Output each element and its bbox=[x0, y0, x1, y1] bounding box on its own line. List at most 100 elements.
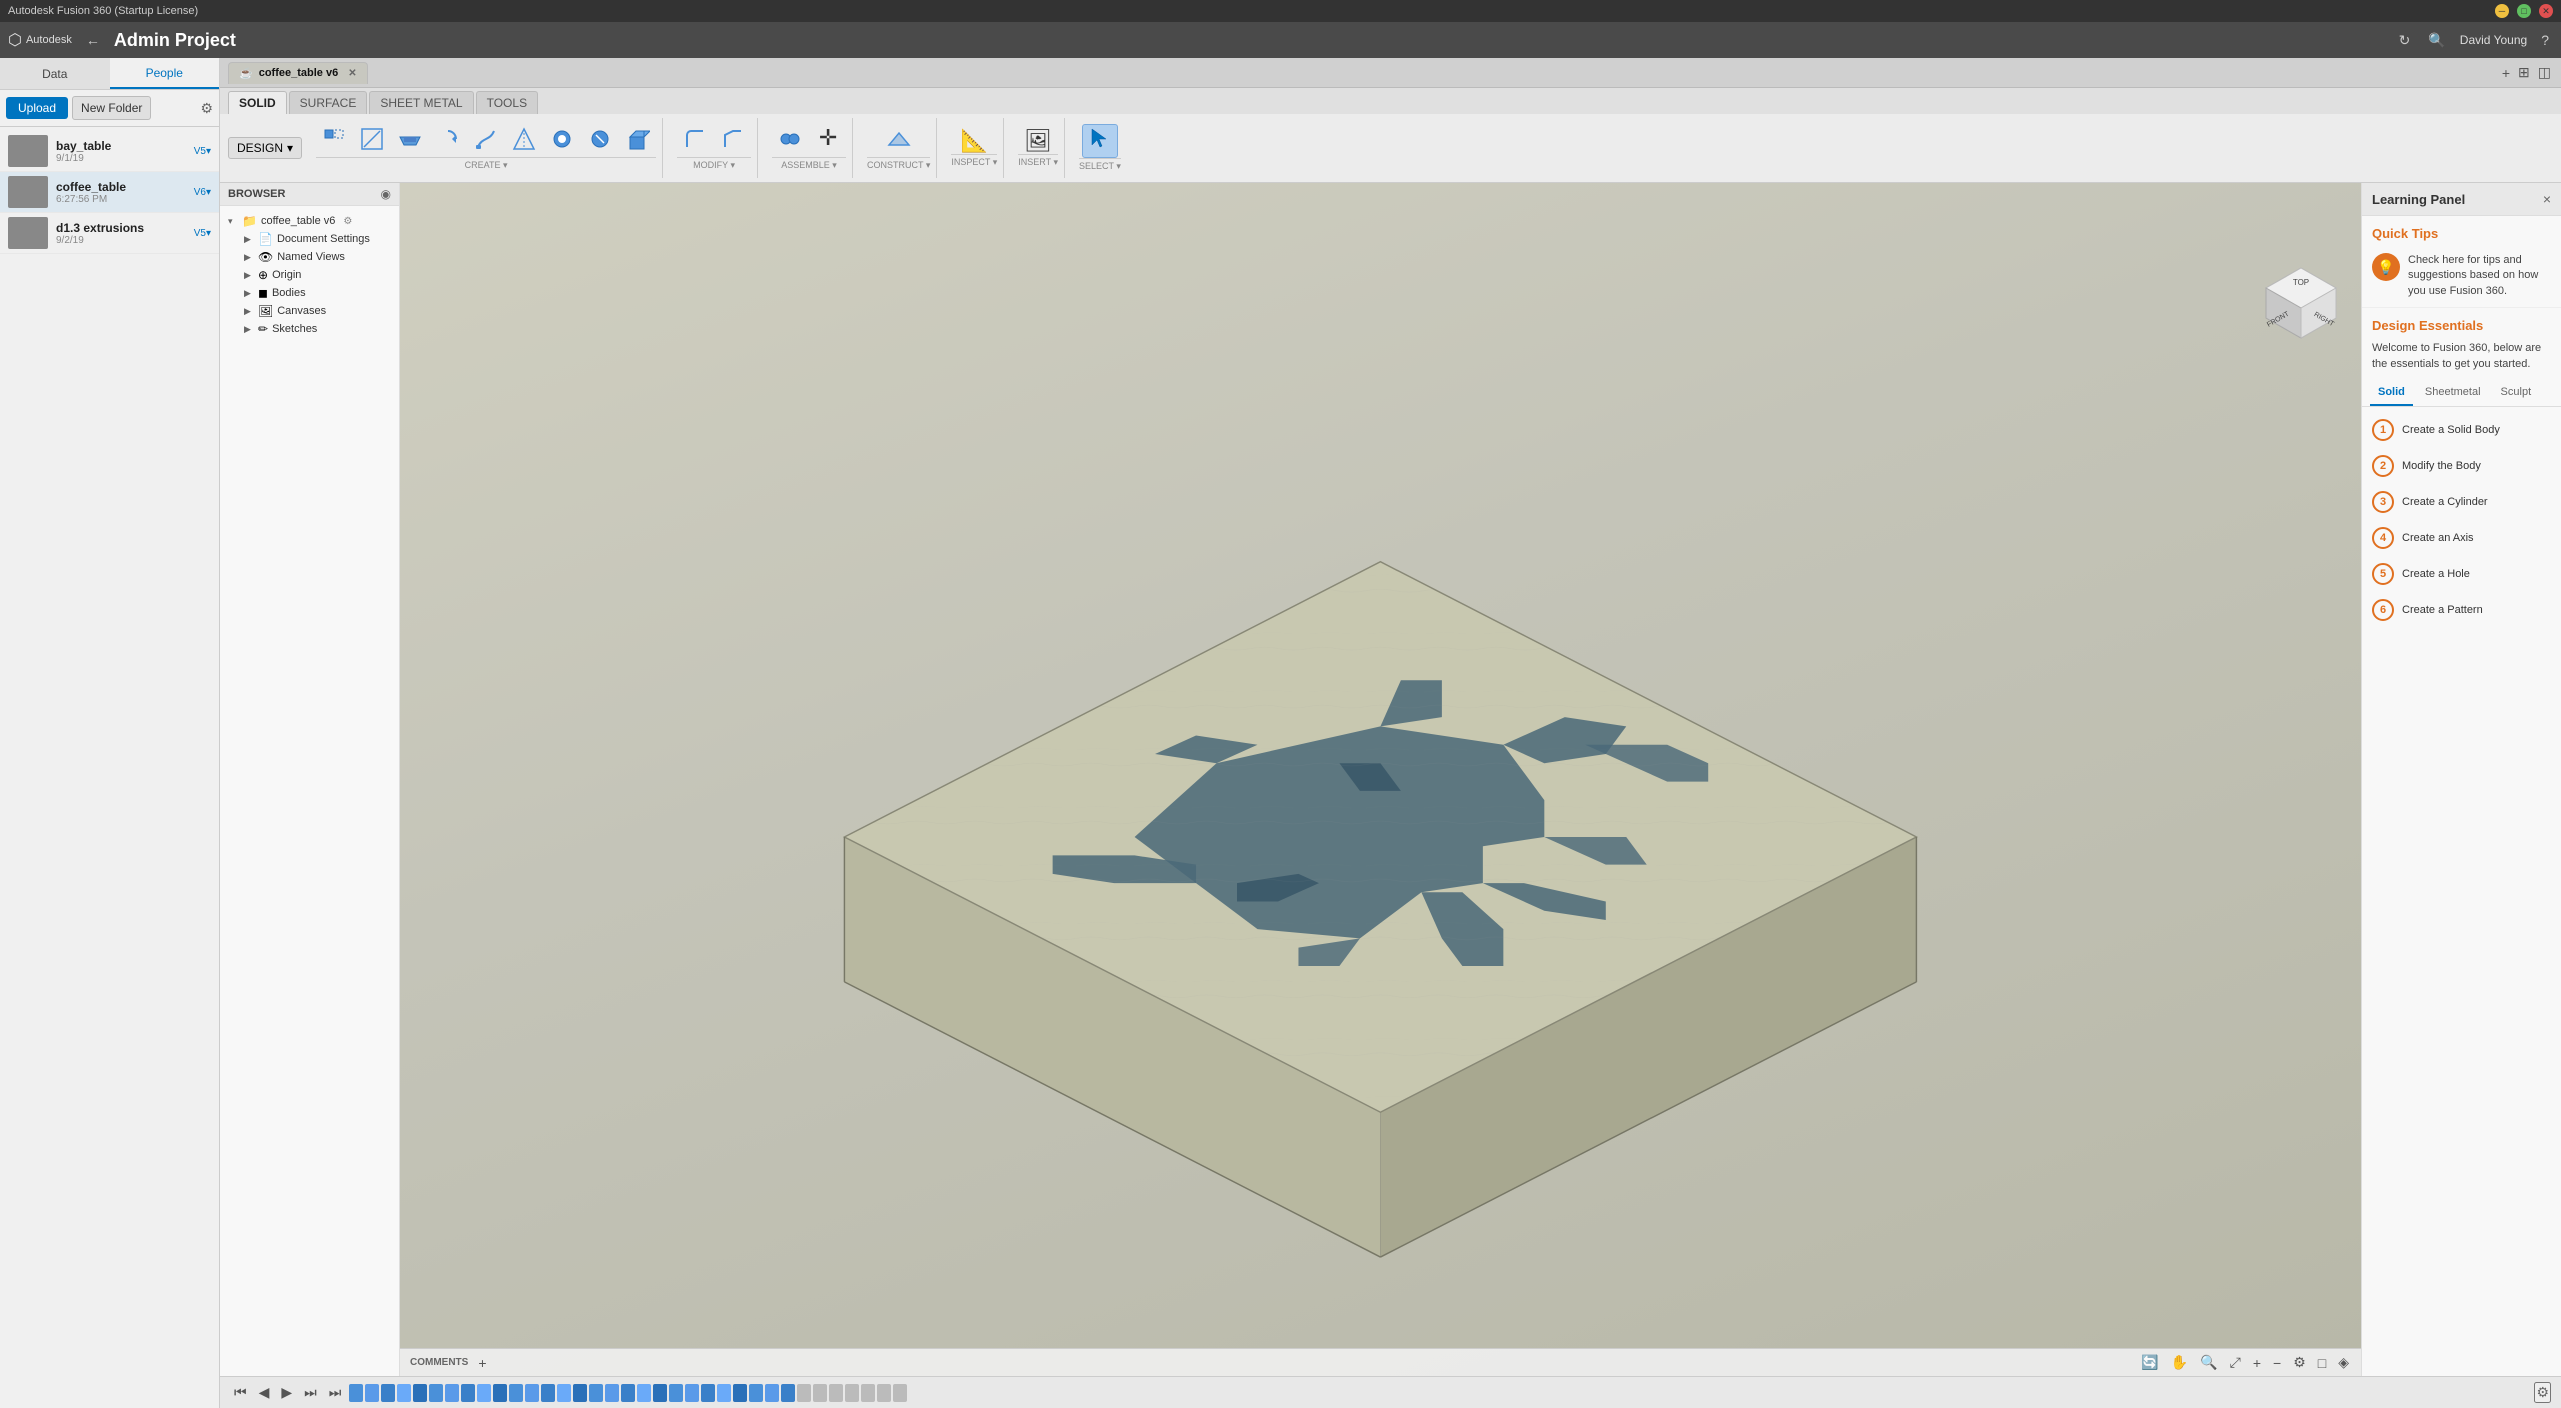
timeline-mark[interactable] bbox=[845, 1384, 859, 1402]
timeline-mark[interactable] bbox=[637, 1384, 651, 1402]
inspect-label[interactable]: INSPECT ▾ bbox=[951, 154, 997, 168]
view-settings-button[interactable]: ⚙ bbox=[2291, 1352, 2308, 1373]
timeline-mark[interactable] bbox=[749, 1384, 763, 1402]
layout-button[interactable]: ◫ bbox=[2536, 62, 2553, 83]
timeline-mark[interactable] bbox=[381, 1384, 395, 1402]
create-sketch-button[interactable] bbox=[354, 125, 390, 157]
toolbar-tab-solid[interactable]: SOLID bbox=[228, 91, 287, 114]
timeline-mark[interactable] bbox=[877, 1384, 891, 1402]
insert-label[interactable]: INSERT ▾ bbox=[1018, 154, 1058, 168]
timeline-mark[interactable] bbox=[669, 1384, 683, 1402]
toolbar-tab-tools[interactable]: TOOLS bbox=[476, 91, 538, 114]
timeline-mark[interactable] bbox=[733, 1384, 747, 1402]
minimize-button[interactable]: ─ bbox=[2495, 4, 2509, 18]
move-button[interactable]: ✛ bbox=[810, 125, 846, 157]
tree-named-views[interactable]: ▶ 👁 Named Views bbox=[240, 248, 395, 266]
new-tab-button[interactable]: + bbox=[2500, 62, 2512, 83]
hole-button[interactable] bbox=[544, 125, 580, 157]
learning-tab-sculpt[interactable]: Sculpt bbox=[2493, 380, 2540, 406]
root-settings[interactable]: ⚙ bbox=[343, 216, 352, 227]
file-version-d1[interactable]: V5▾ bbox=[194, 228, 211, 239]
timeline-mark[interactable] bbox=[445, 1384, 459, 1402]
new-folder-button[interactable]: New Folder bbox=[72, 96, 151, 120]
zoom-out-button[interactable]: − bbox=[2271, 1353, 2283, 1373]
select-button[interactable] bbox=[1082, 124, 1118, 158]
step-modify-body[interactable]: 2 Modify the Body bbox=[2372, 451, 2551, 481]
learning-tab-sheetmetal[interactable]: Sheetmetal bbox=[2417, 380, 2489, 406]
assemble-label[interactable]: ASSEMBLE ▾ bbox=[772, 157, 846, 171]
tab-data[interactable]: Data bbox=[0, 58, 110, 89]
create-label[interactable]: CREATE ▾ bbox=[316, 157, 656, 171]
tree-canvases[interactable]: ▶ 🖼 Canvases bbox=[240, 302, 395, 320]
display-mode-button[interactable]: □ bbox=[2316, 1353, 2328, 1373]
timeline-start-button[interactable]: ⏮ bbox=[230, 1382, 251, 1403]
timeline-end-button[interactable]: ⏭ bbox=[325, 1382, 346, 1403]
timeline-mark[interactable] bbox=[813, 1384, 827, 1402]
timeline-mark[interactable] bbox=[861, 1384, 875, 1402]
doc-tab-close[interactable]: ✕ bbox=[348, 68, 356, 79]
timeline-mark[interactable] bbox=[365, 1384, 379, 1402]
timeline-back-button[interactable]: ◀ bbox=[255, 1382, 274, 1403]
file-version-bay[interactable]: V5▾ bbox=[194, 146, 211, 157]
thread-button[interactable] bbox=[582, 125, 618, 157]
file-item-coffee-table[interactable]: coffee_table 6:27:56 PM V6▾ bbox=[0, 172, 219, 213]
select-label[interactable]: SELECT ▾ bbox=[1079, 158, 1121, 172]
loft-button[interactable] bbox=[506, 125, 542, 157]
view-cube[interactable]: TOP FRONT RIGHT bbox=[2261, 263, 2341, 343]
upload-button[interactable]: Upload bbox=[6, 97, 68, 119]
timeline-mark[interactable] bbox=[589, 1384, 603, 1402]
panel-settings-button[interactable]: ⚙ bbox=[200, 100, 213, 117]
timeline-mark[interactable] bbox=[509, 1384, 523, 1402]
learning-tab-solid[interactable]: Solid bbox=[2370, 380, 2413, 406]
step-create-hole[interactable]: 5 Create a Hole bbox=[2372, 559, 2551, 589]
zoom-button[interactable]: 🔍 bbox=[2198, 1352, 2219, 1373]
doc-tab-coffee[interactable]: ☕ coffee_table v6 ✕ bbox=[228, 62, 368, 84]
tree-sketches[interactable]: ▶ ✏ Sketches bbox=[240, 320, 395, 338]
comment-add-button[interactable]: + bbox=[476, 1353, 488, 1373]
timeline-mark[interactable] bbox=[717, 1384, 731, 1402]
sweep-button[interactable] bbox=[468, 125, 504, 157]
timeline-mark[interactable] bbox=[413, 1384, 427, 1402]
toolbar-tab-sheetmetal[interactable]: SHEET METAL bbox=[369, 91, 473, 114]
tree-root-item[interactable]: ▾ 📁 coffee_table v6 ⚙ bbox=[224, 212, 395, 230]
timeline-mark[interactable] bbox=[525, 1384, 539, 1402]
file-item-bay-table[interactable]: bay_table 9/1/19 V5▾ bbox=[0, 131, 219, 172]
timeline-mark[interactable] bbox=[685, 1384, 699, 1402]
file-version-coffee[interactable]: V6▾ bbox=[194, 187, 211, 198]
close-button[interactable]: ✕ bbox=[2539, 4, 2553, 18]
tree-origin[interactable]: ▶ ⊕ Origin bbox=[240, 266, 395, 284]
timeline-mark[interactable] bbox=[893, 1384, 907, 1402]
timeline-mark[interactable] bbox=[541, 1384, 555, 1402]
box-button[interactable] bbox=[620, 125, 656, 157]
zoom-in-button[interactable]: + bbox=[2251, 1353, 2263, 1373]
extrude-button[interactable] bbox=[392, 125, 428, 157]
timeline-mark[interactable] bbox=[477, 1384, 491, 1402]
timeline-mark[interactable] bbox=[829, 1384, 843, 1402]
timeline-mark[interactable] bbox=[429, 1384, 443, 1402]
viewport[interactable]: TOP FRONT RIGHT COMMENTS + 🔄 ✋ 🔍 ⤢ + bbox=[400, 183, 2361, 1376]
timeline-mark[interactable] bbox=[493, 1384, 507, 1402]
toolbar-tab-surface[interactable]: SURFACE bbox=[289, 91, 368, 114]
fit-button[interactable]: ⤢ bbox=[2228, 1352, 2243, 1373]
grid-view-button[interactable]: ⊞ bbox=[2516, 62, 2532, 83]
step-create-axis[interactable]: 4 Create an Axis bbox=[2372, 523, 2551, 553]
timeline-mark[interactable] bbox=[461, 1384, 475, 1402]
timeline-mark[interactable] bbox=[349, 1384, 363, 1402]
timeline-mark[interactable] bbox=[781, 1384, 795, 1402]
timeline-mark[interactable] bbox=[701, 1384, 715, 1402]
orbit-button[interactable]: 🔄 bbox=[2139, 1352, 2160, 1373]
help-button[interactable]: ? bbox=[2537, 30, 2553, 50]
design-dropdown[interactable]: DESIGN ▾ bbox=[228, 137, 302, 159]
measure-button[interactable]: 📐 bbox=[956, 128, 992, 154]
file-item-d1-extrusions[interactable]: d1.3 extrusions 9/2/19 V5▾ bbox=[0, 213, 219, 254]
insert-canvas-button[interactable]: 🖼 bbox=[1020, 128, 1056, 154]
refresh-button[interactable]: ↻ bbox=[2395, 30, 2415, 51]
timeline-mark[interactable] bbox=[653, 1384, 667, 1402]
tree-bodies[interactable]: ▶ ◼ Bodies bbox=[240, 284, 395, 302]
timeline-mark[interactable] bbox=[557, 1384, 571, 1402]
step-create-pattern[interactable]: 6 Create a Pattern bbox=[2372, 595, 2551, 625]
tab-people[interactable]: People bbox=[110, 58, 220, 89]
step-create-solid[interactable]: 1 Create a Solid Body bbox=[2372, 415, 2551, 445]
fillet-button[interactable] bbox=[677, 125, 713, 157]
learning-panel-close[interactable]: × bbox=[2543, 191, 2551, 207]
